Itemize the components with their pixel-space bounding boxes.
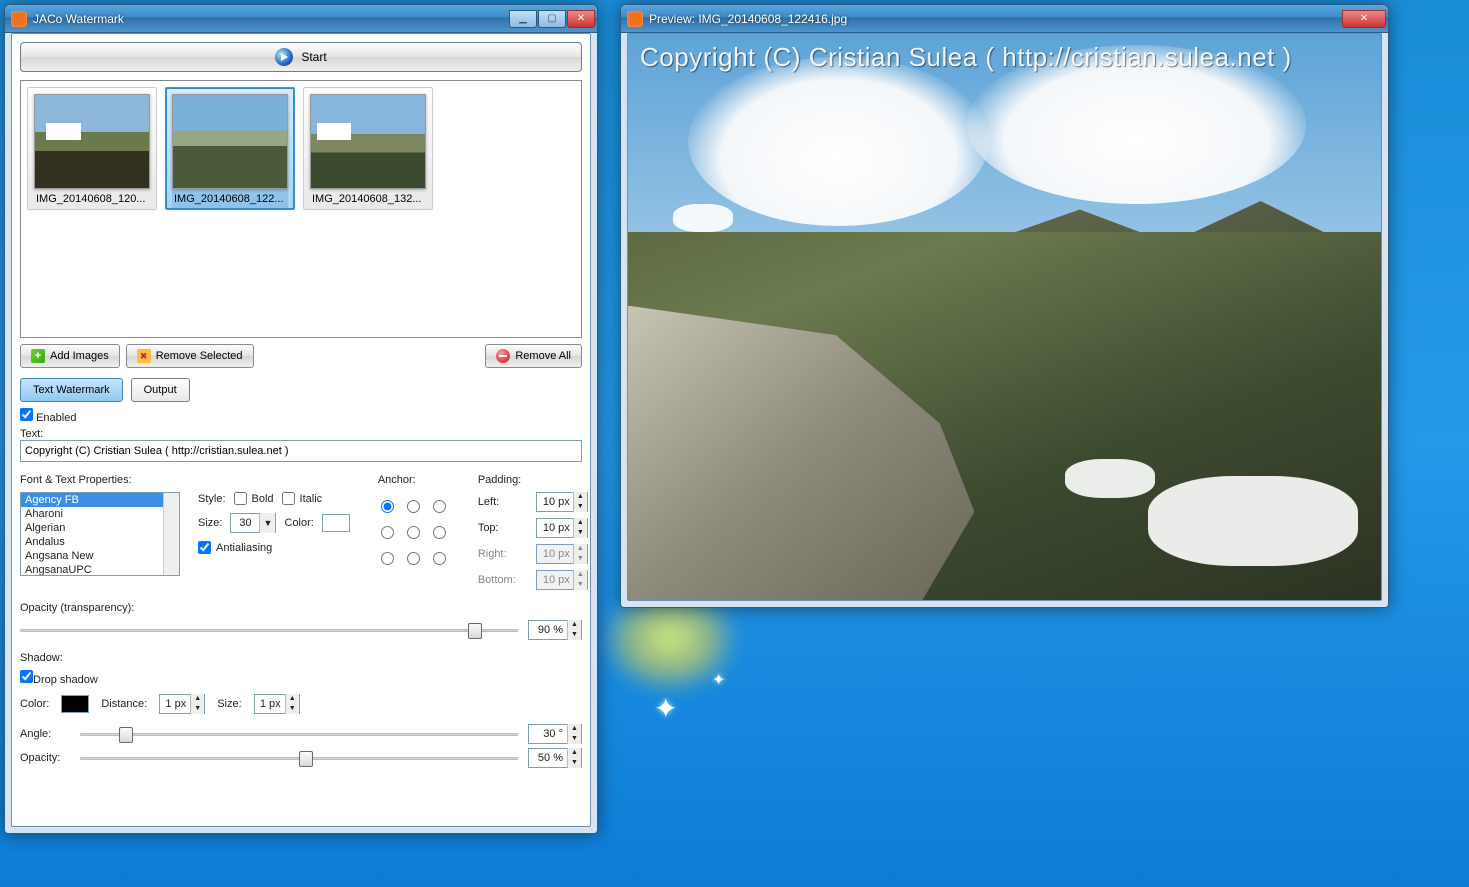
font-option[interactable]: Agency FB (21, 493, 163, 507)
preview-window: Preview: IMG_20140608_122416.jpg ✕ Copyr… (620, 4, 1389, 608)
antialias-checkbox[interactable]: Antialiasing (198, 541, 350, 554)
tab-output[interactable]: Output (131, 378, 190, 402)
shadow-color-label: Color: (20, 698, 49, 710)
shadow-distance-spin[interactable]: 1 px▲▼ (159, 694, 205, 714)
font-option[interactable]: Angsana New (21, 549, 163, 563)
pad-bottom-label: Bottom: (478, 574, 528, 586)
shadow-angle-spin[interactable]: 30 °▲▼ (528, 724, 582, 744)
watermark-text-input[interactable] (20, 440, 582, 462)
thumbnail-caption: IMG_20140608_120... (34, 189, 150, 209)
text-color-swatch[interactable] (322, 514, 350, 532)
shadow-angle-label: Angle: (20, 728, 70, 740)
main-window: JACo Watermark ▁ ▢ ✕ Start IMG_20140608_… (4, 4, 598, 834)
font-option[interactable]: Algerian (21, 521, 163, 535)
app-icon (627, 11, 643, 27)
anchor-radio[interactable] (433, 500, 446, 513)
thumbnail-item[interactable]: IMG_20140608_120... (27, 87, 157, 210)
tab-text-watermark[interactable]: Text Watermark (20, 378, 123, 402)
font-option[interactable]: Aharoni (21, 507, 163, 521)
shadow-opacity-slider[interactable] (80, 748, 518, 768)
delete-icon (496, 349, 510, 363)
font-props-label: Font & Text Properties: (20, 474, 350, 486)
shadow-angle-slider[interactable] (80, 724, 518, 744)
anchor-radio[interactable] (407, 500, 420, 513)
play-icon (275, 48, 293, 66)
thumbnail-image (172, 94, 288, 189)
maximize-button[interactable]: ▢ (538, 10, 566, 28)
pad-bottom-spin: 10 px▲▼ (536, 570, 588, 590)
app-icon (11, 11, 27, 27)
anchor-radio[interactable] (381, 526, 394, 539)
text-label: Text: (20, 428, 582, 440)
pad-right-spin: 10 px▲▼ (536, 544, 588, 564)
italic-checkbox[interactable]: Italic (282, 492, 323, 505)
bold-checkbox[interactable]: Bold (234, 492, 274, 505)
thumbnail-image (34, 94, 150, 189)
anchor-radio[interactable] (381, 500, 394, 513)
enabled-checkbox[interactable]: Enabled (20, 408, 582, 424)
window-title: JACo Watermark (33, 12, 509, 26)
font-listbox[interactable]: Agency FB Aharoni Algerian Andalus Angsa… (20, 492, 180, 576)
thumbnail-caption: IMG_20140608_122... (172, 189, 288, 209)
anchor-grid (378, 496, 450, 568)
shadow-color-swatch[interactable] (61, 695, 89, 713)
size-label: Size: (198, 517, 222, 529)
shadow-label: Shadow: (20, 652, 582, 664)
pad-top-spin[interactable]: 10 px▲▼ (536, 518, 588, 538)
shadow-opacity-label: Opacity: (20, 752, 70, 764)
thumbnail-image (310, 94, 426, 189)
anchor-radio[interactable] (433, 552, 446, 565)
preview-title: Preview: IMG_20140608_122416.jpg (649, 12, 1342, 26)
add-icon (31, 349, 45, 363)
remove-selected-button[interactable]: Remove Selected (126, 344, 254, 368)
titlebar[interactable]: JACo Watermark ▁ ▢ ✕ (5, 5, 597, 33)
desktop-flare (590, 600, 790, 730)
scrollbar[interactable] (163, 493, 179, 575)
anchor-radio[interactable] (433, 526, 446, 539)
shadow-size-spin[interactable]: 1 px▲▼ (254, 694, 300, 714)
thumbnails-panel: IMG_20140608_120... IMG_20140608_122... … (20, 80, 582, 338)
thumbnail-caption: IMG_20140608_132... (310, 189, 426, 209)
padding-label: Padding: (478, 474, 588, 486)
shadow-opacity-spin[interactable]: 50 %▲▼ (528, 748, 582, 768)
start-label: Start (301, 50, 326, 64)
opacity-label: Opacity (transparency): (20, 602, 582, 614)
anchor-label: Anchor: (378, 474, 450, 486)
pad-left-spin[interactable]: 10 px▲▼ (536, 492, 588, 512)
shadow-distance-label: Distance: (101, 698, 147, 710)
remove-all-button[interactable]: Remove All (485, 344, 582, 368)
sparkle-icon: ✦ (712, 670, 725, 690)
start-button[interactable]: Start (20, 42, 582, 72)
size-dropdown[interactable]: 30▼ (230, 513, 276, 533)
close-button[interactable]: ✕ (1342, 10, 1386, 28)
pad-right-label: Right: (478, 548, 528, 560)
thumbnail-item[interactable]: IMG_20140608_132... (303, 87, 433, 210)
minimize-button[interactable]: ▁ (509, 10, 537, 28)
sparkle-icon: ✦ (654, 692, 677, 725)
close-button[interactable]: ✕ (567, 10, 595, 28)
titlebar[interactable]: Preview: IMG_20140608_122416.jpg ✕ (621, 5, 1388, 33)
anchor-radio[interactable] (381, 552, 394, 565)
opacity-slider[interactable] (20, 620, 518, 640)
anchor-radio[interactable] (407, 552, 420, 565)
font-option[interactable]: Andalus (21, 535, 163, 549)
preview-image-area: Copyright (C) Cristian Sulea ( http://cr… (627, 33, 1382, 601)
add-images-button[interactable]: Add Images (20, 344, 120, 368)
opacity-spin[interactable]: 90 %▲▼ (528, 620, 582, 640)
remove-icon (137, 349, 151, 363)
pad-left-label: Left: (478, 496, 528, 508)
anchor-radio[interactable] (407, 526, 420, 539)
shadow-size-label: Size: (217, 698, 241, 710)
pad-top-label: Top: (478, 522, 528, 534)
style-label: Style: (198, 493, 226, 505)
thumbnail-item[interactable]: IMG_20140608_122... (165, 87, 295, 210)
drop-shadow-checkbox[interactable]: Drop shadow (20, 670, 582, 686)
watermark-overlay: Copyright (C) Cristian Sulea ( http://cr… (640, 42, 1292, 73)
color-label: Color: (284, 517, 313, 529)
font-option[interactable]: AngsanaUPC (21, 563, 163, 576)
